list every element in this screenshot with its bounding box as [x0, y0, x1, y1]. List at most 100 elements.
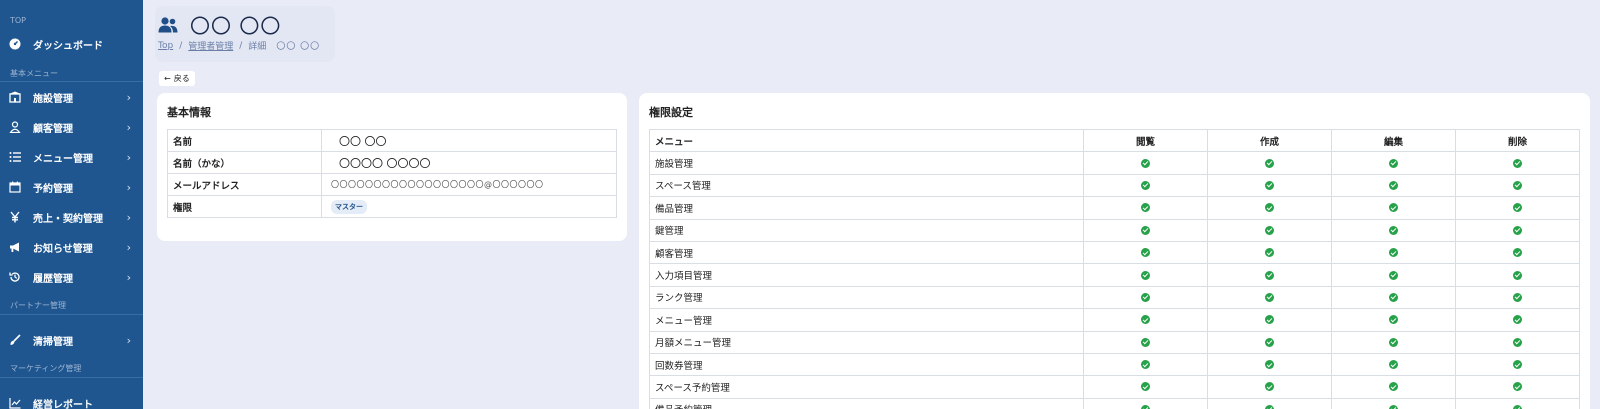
- chevron-right-icon: ›: [126, 210, 131, 224]
- table-row: メールアドレス 〇〇〇〇〇〇〇〇〇〇〇〇〇〇〇〇〇〇@〇〇〇〇〇〇: [167, 173, 617, 196]
- breadcrumb-link-admin[interactable]: 管理者管理: [188, 39, 233, 52]
- check-circle-icon: [1513, 158, 1522, 168]
- table-row: 備品予約管理: [649, 397, 1580, 409]
- table-row: ランク管理: [649, 285, 1580, 310]
- table-row: 入力項目管理: [649, 263, 1580, 287]
- permission-cell-edit: [1331, 151, 1456, 175]
- check-circle-icon: [1389, 180, 1398, 190]
- permission-cell-create: [1207, 196, 1332, 220]
- history-icon: [9, 271, 21, 283]
- permission-cell-delete: [1455, 173, 1580, 198]
- table-row: 権限 マスター: [167, 195, 617, 218]
- permission-cell-view: [1083, 240, 1208, 265]
- calendar-icon: [9, 181, 21, 193]
- check-circle-icon: [1141, 225, 1150, 235]
- check-circle-icon: [1265, 203, 1274, 213]
- sidebar-item-customer[interactable]: 顧客管理 ›: [0, 112, 143, 142]
- sidebar-item-notice[interactable]: お知らせ管理 ›: [0, 232, 143, 262]
- chart-line-icon: [9, 397, 21, 409]
- check-circle-icon: [1141, 180, 1150, 190]
- check-circle-icon: [1265, 404, 1274, 409]
- permission-cell-delete: [1455, 218, 1580, 242]
- check-circle-icon: [1389, 270, 1398, 280]
- permission-cell-view: [1083, 308, 1208, 332]
- sidebar-section-basic: 基本メニュー: [10, 69, 58, 78]
- check-circle-icon: [1141, 404, 1150, 409]
- sidebar-item-history[interactable]: 履歴管理 ›: [0, 262, 143, 292]
- check-circle-icon: [1141, 337, 1150, 347]
- sidebar-item-label: メニュー管理: [33, 153, 93, 165]
- permission-cell-edit: [1331, 375, 1456, 399]
- back-button[interactable]: ← 戻る: [159, 71, 195, 86]
- permission-menu-name: メニュー管理: [649, 308, 1084, 332]
- check-circle-icon: [1513, 225, 1522, 235]
- permission-menu-name: スペース管理: [649, 173, 1084, 198]
- check-circle-icon: [1141, 270, 1150, 280]
- check-circle-icon: [1265, 292, 1274, 302]
- sidebar-item-facility[interactable]: 施設管理 ›: [0, 82, 143, 112]
- check-circle-icon: [1389, 292, 1398, 302]
- permission-cell-view: [1083, 397, 1208, 409]
- check-circle-icon: [1265, 158, 1274, 168]
- table-row: 備品管理: [649, 196, 1580, 220]
- check-circle-icon: [1141, 360, 1150, 370]
- check-circle-icon: [1389, 404, 1398, 409]
- sidebar-item-cleaning[interactable]: 清掃管理 ›: [0, 325, 143, 355]
- sidebar-item-menu[interactable]: メニュー管理 ›: [0, 142, 143, 172]
- check-circle-icon: [1513, 360, 1522, 370]
- check-circle-icon: [1513, 180, 1522, 190]
- permission-cell-view: [1083, 352, 1208, 377]
- users-icon: [158, 16, 178, 34]
- check-circle-icon: [1141, 248, 1150, 258]
- chevron-right-icon: ›: [126, 150, 131, 164]
- sidebar-section-marketing: マーケティング管理: [10, 364, 82, 373]
- sidebar-item-report[interactable]: 経営レポート: [0, 388, 143, 409]
- check-circle-icon: [1265, 248, 1274, 258]
- permission-cell-create: [1207, 240, 1332, 265]
- permission-cell-delete: [1455, 196, 1580, 220]
- breadcrumb-link-top[interactable]: Top: [158, 41, 173, 51]
- check-circle-icon: [1265, 180, 1274, 190]
- permission-cell-edit: [1331, 285, 1456, 310]
- permission-cell-delete: [1455, 263, 1580, 287]
- permission-cell-edit: [1331, 240, 1456, 265]
- field-label: メールアドレス: [167, 173, 322, 196]
- check-circle-icon: [1389, 337, 1398, 347]
- check-circle-icon: [1265, 382, 1274, 392]
- check-circle-icon: [1265, 315, 1274, 325]
- sidebar-item-dashboard[interactable]: ダッシュボード: [0, 29, 143, 59]
- table-row: 施設管理: [649, 151, 1580, 175]
- sidebar-item-label: 経営レポート: [33, 399, 93, 409]
- sidebar-item-sales[interactable]: 売上・契約管理 ›: [0, 202, 143, 232]
- permission-cell-edit: [1331, 308, 1456, 332]
- megaphone-icon: [9, 241, 21, 253]
- permission-cell-create: [1207, 375, 1332, 399]
- permission-menu-name: ランク管理: [649, 285, 1084, 310]
- permission-cell-create: [1207, 330, 1332, 354]
- table-row: スペース予約管理: [649, 375, 1580, 399]
- permission-cell-edit: [1331, 330, 1456, 354]
- field-value-kana: 〇〇〇〇 〇〇〇〇: [321, 151, 617, 174]
- permission-cell-edit: [1331, 263, 1456, 287]
- sidebar-item-label: 予約管理: [33, 183, 73, 195]
- check-circle-icon: [1265, 270, 1274, 280]
- column-header-menu: メニュー: [649, 128, 1084, 153]
- field-label: 名前（かな）: [167, 151, 322, 174]
- sidebar-item-reservation[interactable]: 予約管理 ›: [0, 172, 143, 202]
- permissions-card: 権限設定 メニュー 閲覧 作成 編集 削除 施設管理 スペース管理 備品管理 鍵管理顧…: [639, 93, 1590, 409]
- permission-cell-view: [1083, 375, 1208, 399]
- permission-cell-edit: [1331, 173, 1456, 198]
- chevron-right-icon: ›: [126, 240, 131, 254]
- field-value-name: 〇〇 〇〇: [321, 129, 617, 152]
- permission-cell-delete: [1455, 151, 1580, 175]
- permission-cell-create: [1207, 151, 1332, 175]
- permission-cell-edit: [1331, 397, 1456, 409]
- chevron-right-icon: ›: [126, 180, 131, 194]
- table-row: 名前 〇〇 〇〇: [167, 129, 617, 152]
- permission-cell-create: [1207, 352, 1332, 377]
- permission-cell-view: [1083, 218, 1208, 242]
- permission-cell-create: [1207, 263, 1332, 287]
- column-header-delete: 削除: [1455, 128, 1580, 153]
- check-circle-icon: [1141, 203, 1150, 213]
- yen-icon: [9, 211, 21, 223]
